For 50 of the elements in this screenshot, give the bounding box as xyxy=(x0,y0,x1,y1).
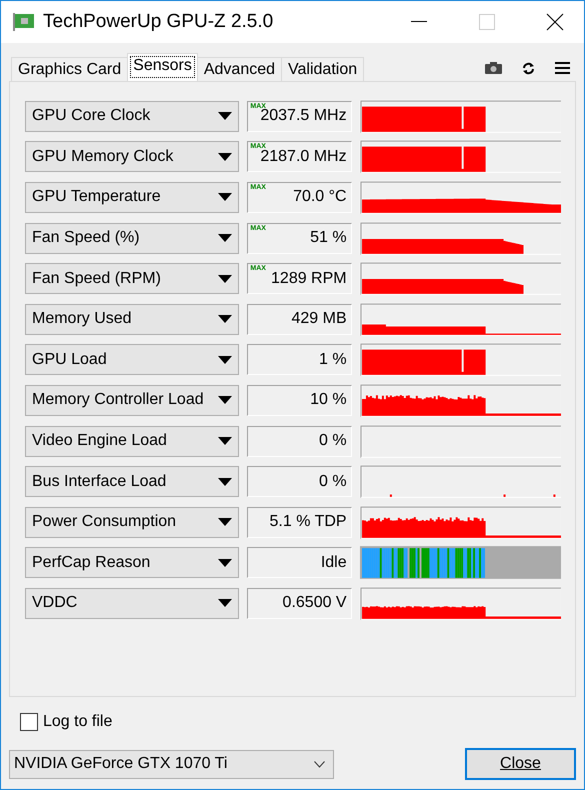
sensor-value: 0 % xyxy=(247,426,352,457)
sensor-dropdown[interactable]: GPU Core Clock xyxy=(25,100,240,132)
caret-icon xyxy=(218,518,232,526)
caret-icon xyxy=(218,274,232,283)
caret-icon xyxy=(218,356,232,364)
caret-icon xyxy=(218,234,232,242)
sensor-value: 5.1 % TDP xyxy=(247,506,352,538)
caret-icon xyxy=(218,599,232,608)
sensor-value: 0 % xyxy=(247,466,352,498)
sensor-value: Idle xyxy=(247,547,352,578)
refresh-icon[interactable] xyxy=(522,62,535,74)
sensor-dropdown[interactable]: Memory Used xyxy=(25,304,240,335)
tab[interactable]: Sensors xyxy=(127,53,198,81)
chevron-icon xyxy=(314,760,325,768)
checkbox-label: Log to file xyxy=(43,713,112,731)
caret-icon xyxy=(218,152,232,161)
sensor-dropdown[interactable]: Memory Controller Load xyxy=(25,384,240,416)
sensor-value: 429 MB xyxy=(247,304,352,335)
caret-icon xyxy=(218,396,232,404)
sensor-dropdown[interactable]: PerfCap Reason xyxy=(25,547,240,578)
sensor-value: 1 % xyxy=(247,344,352,376)
tab[interactable]: Graphics Card xyxy=(11,57,128,81)
sensor-dropdown[interactable]: Power Consumption xyxy=(25,506,240,538)
close-button[interactable]: Close xyxy=(465,748,576,780)
sensor-value: 0.6500 V xyxy=(247,588,352,619)
window-title: TechPowerUp GPU-Z 2.5.0 xyxy=(43,11,274,33)
camera-icon[interactable] xyxy=(485,62,502,74)
caret-icon xyxy=(218,112,232,120)
menu-icon[interactable] xyxy=(555,62,570,74)
close-icon xyxy=(546,13,564,31)
gpu-select[interactable]: NVIDIA GeForce GTX 1070 Ti xyxy=(9,750,334,778)
caret-icon xyxy=(218,193,232,202)
log-checkbox[interactable] xyxy=(20,713,38,731)
sensor-dropdown[interactable]: Bus Interface Load xyxy=(25,466,240,498)
sensor-dropdown[interactable]: Video Engine Load xyxy=(25,426,240,457)
caret-icon xyxy=(218,315,232,324)
sensor-dropdown[interactable]: GPU Temperature xyxy=(25,182,240,213)
graphics-card-icon xyxy=(13,13,35,31)
maximize-icon xyxy=(479,14,495,30)
caret-icon xyxy=(218,437,232,446)
sensor-value: 10 % xyxy=(247,384,352,416)
caret-icon xyxy=(218,478,232,486)
minimize-icon xyxy=(411,21,427,23)
tab[interactable]: Validation xyxy=(281,57,364,81)
sensor-dropdown[interactable]: GPU Memory Clock xyxy=(25,141,240,172)
caret-icon xyxy=(218,558,232,567)
sensor-dropdown[interactable]: GPU Load xyxy=(25,344,240,376)
sensor-dropdown[interactable]: Fan Speed (%) xyxy=(25,222,240,254)
sensor-dropdown[interactable]: Fan Speed (RPM) xyxy=(25,263,240,294)
sensor-dropdown[interactable]: VDDC xyxy=(25,588,240,619)
